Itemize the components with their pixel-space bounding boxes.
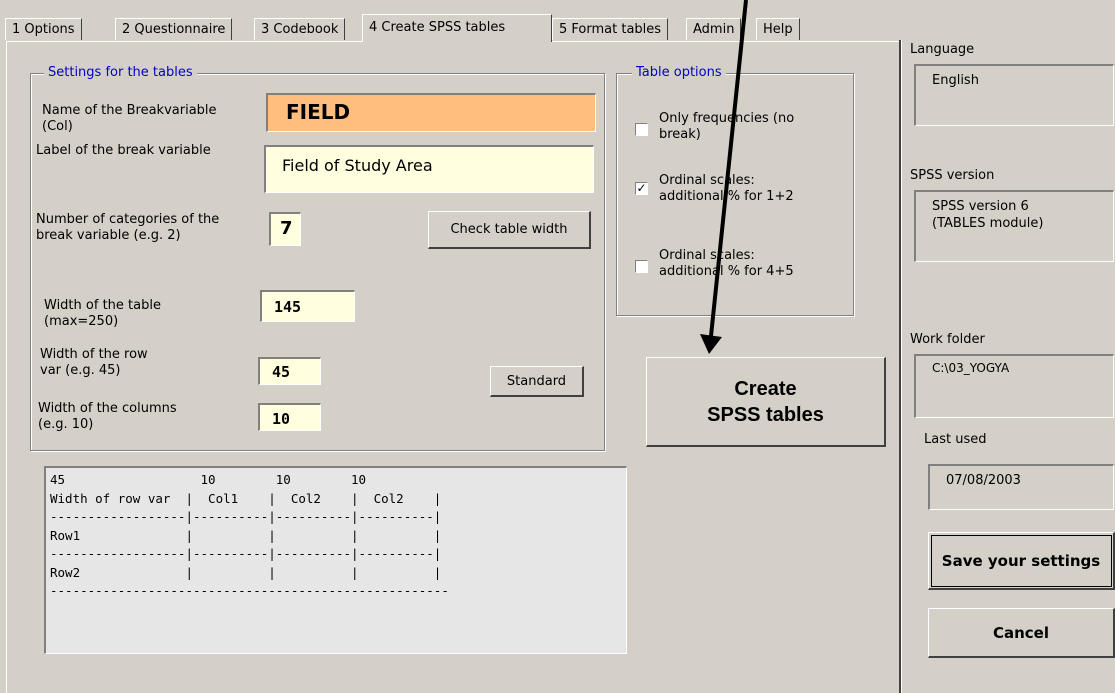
annotation-arrow-icon [700, 0, 748, 354]
tab-create-spss-tables[interactable]: 4 Create SPSS tables [362, 14, 552, 42]
app-window: 1 Options 2 Questionnaire 3 Codebook 4 C… [0, 0, 1115, 693]
